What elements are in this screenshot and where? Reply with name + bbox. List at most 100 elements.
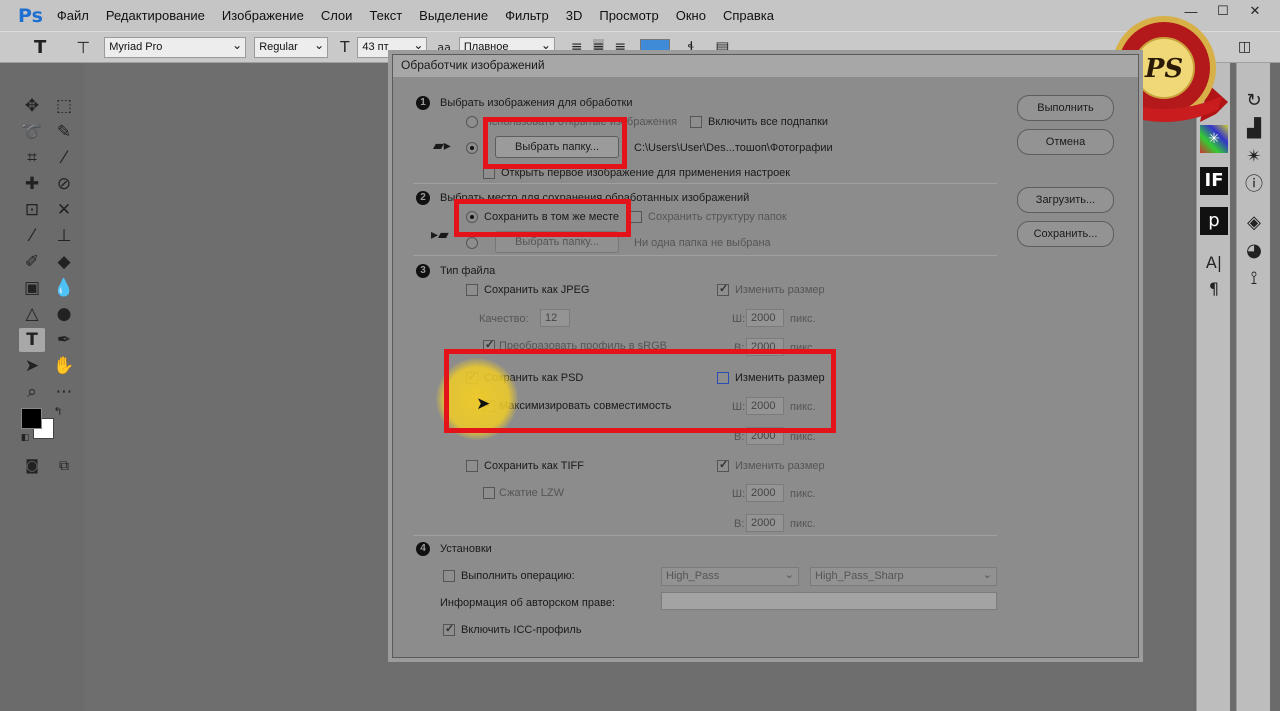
font-family-select[interactable]: Myriad Pro — [104, 36, 247, 58]
run-button[interactable]: Выполнить — [1017, 95, 1114, 121]
orientation-toggle-icon[interactable]: ⊤ — [76, 38, 90, 57]
action-select[interactable]: High_Pass_Sharp — [810, 567, 997, 586]
run-action-label: Выполнить операцию: — [461, 570, 575, 582]
choose-dest-folder-radio[interactable] — [466, 237, 478, 249]
pen-tool-icon[interactable]: ✒ — [51, 328, 77, 352]
history-brush-tool-icon[interactable]: ✐ — [19, 250, 45, 274]
no-folder-selected-label: Ни одна папка не выбрана — [634, 237, 771, 249]
tiff-width-input[interactable]: 2000 — [746, 484, 784, 502]
copyright-input[interactable] — [661, 592, 997, 610]
tiff-height-unit: пикс. — [790, 518, 816, 530]
hand-tool-icon[interactable]: ✋ — [51, 354, 77, 378]
include-icc-checkbox[interactable] — [443, 622, 455, 636]
font-size-icon: T — [340, 38, 350, 56]
levels-panel-icon[interactable]: ▟ — [1240, 115, 1268, 143]
crop-tool-icon[interactable]: ⌗ — [19, 146, 45, 170]
keep-folder-structure-label: Сохранить структуру папок — [648, 211, 787, 223]
workspace-icon[interactable]: ◫ — [1238, 39, 1251, 55]
tiff-height-input[interactable]: 2000 — [746, 514, 784, 532]
quick-mask-icon[interactable]: ◙ — [19, 454, 45, 478]
layers-panel-icon[interactable]: ◈ — [1240, 209, 1268, 237]
highlight-save-same-location — [454, 199, 631, 237]
type-tool-icon-active[interactable]: T — [19, 328, 45, 352]
menu-select[interactable]: Выделение — [419, 8, 488, 23]
align-right-icon[interactable]: ≡ — [614, 39, 626, 55]
jpeg-resize-checkbox[interactable] — [717, 282, 729, 296]
swap-colors-icon[interactable]: ↰ — [51, 400, 65, 424]
character-icon[interactable]: A| — [1200, 249, 1228, 277]
save-jpeg-label: Сохранить как JPEG — [484, 284, 590, 296]
eyedropper-tool-icon[interactable]: ⁄ — [51, 146, 77, 170]
paths-panel-icon[interactable]: ⟟ — [1240, 265, 1268, 293]
lzw-checkbox[interactable] — [483, 487, 495, 499]
section-3-number: 3 — [416, 264, 430, 278]
source-folder-path: C:\Users\User\Des...тошоп\Фотографии — [634, 142, 833, 154]
menu-3d[interactable]: 3D — [566, 8, 583, 23]
menu-view[interactable]: Просмотр — [599, 8, 658, 23]
keep-folder-structure-checkbox[interactable] — [630, 211, 642, 223]
paragraph-icon[interactable]: ¶ — [1200, 275, 1228, 303]
content-move-tool-icon[interactable]: ✕ — [51, 198, 77, 222]
align-center-icon[interactable]: ≡ — [592, 39, 605, 55]
menu-help[interactable]: Справка — [723, 8, 774, 23]
dodge-tool-icon[interactable]: ● — [51, 302, 77, 326]
clone-stamp-tool-icon[interactable]: ⊥ — [51, 224, 77, 248]
run-action-checkbox[interactable] — [443, 570, 455, 582]
path-select-tool-icon[interactable]: ➤ — [19, 354, 45, 378]
type-tool-icon[interactable]: T — [34, 37, 46, 58]
object-select-tool-icon[interactable]: ⊡ — [19, 198, 45, 222]
gradient-tool-icon[interactable]: ▣ — [19, 276, 45, 300]
history-panel-icon[interactable]: ↻ — [1240, 87, 1268, 115]
adjustments-panel-icon[interactable]: ✴ — [1240, 143, 1268, 171]
text-color-swatch[interactable] — [640, 39, 671, 55]
close-button[interactable]: ✕ — [1242, 0, 1268, 22]
healing-brush-tool-icon[interactable]: ✚ — [19, 172, 45, 196]
jpeg-width-input[interactable]: 2000 — [746, 309, 784, 327]
menu-edit[interactable]: Редактирование — [106, 8, 205, 23]
cancel-button[interactable]: Отмена — [1017, 129, 1114, 155]
zoom-tool-icon[interactable]: ⌕ — [19, 380, 45, 404]
save-settings-button[interactable]: Сохранить... — [1017, 221, 1114, 247]
paragraph-style-icon[interactable]: p — [1200, 207, 1228, 235]
menu-type[interactable]: Текст — [369, 8, 402, 23]
screen-mode-icon[interactable]: ⧉ — [51, 454, 77, 478]
section-4-number: 4 — [416, 542, 430, 556]
menu-filter[interactable]: Фильтр — [505, 8, 549, 23]
font-style-select[interactable]: Regular — [254, 36, 329, 58]
load-settings-button[interactable]: Загрузить... — [1017, 187, 1114, 213]
section-2-number: 2 — [416, 191, 430, 205]
marquee-tool-icon[interactable]: ⬚ — [51, 94, 77, 118]
menu-image[interactable]: Изображение — [222, 8, 304, 23]
brush-preset-icon[interactable]: IF — [1200, 167, 1228, 195]
save-tiff-checkbox[interactable] — [466, 460, 478, 472]
info-panel-icon[interactable]: ⓘ — [1240, 171, 1268, 199]
menu-layers[interactable]: Слои — [321, 8, 353, 23]
choose-folder-radio[interactable] — [466, 142, 478, 154]
folder-icon: ▰▸ — [433, 138, 451, 154]
jpeg-quality-input[interactable]: 12 — [540, 309, 570, 327]
jpeg-width-unit: пикс. — [790, 313, 816, 325]
menu-window[interactable]: Окно — [676, 8, 706, 23]
eraser-tool-icon[interactable]: ◆ — [51, 250, 77, 274]
brush-tool-icon[interactable]: ⁄ — [19, 224, 45, 248]
include-subfolders-checkbox[interactable] — [690, 116, 702, 128]
move-tool-icon[interactable]: ✥ — [19, 94, 45, 118]
lasso-tool-icon[interactable]: ➰ — [19, 120, 45, 144]
patch-tool-icon[interactable]: ⊘ — [51, 172, 77, 196]
section-4-heading: Установки — [440, 543, 492, 555]
channels-panel-icon[interactable]: ◕ — [1240, 237, 1268, 265]
blur-tool-icon[interactable]: 💧 — [51, 276, 77, 300]
panel-dock-1: ✳ IF p A| ¶ — [1196, 63, 1230, 711]
use-open-images-radio[interactable] — [466, 116, 478, 128]
lzw-label: Сжатие LZW — [499, 487, 564, 499]
tiff-resize-checkbox[interactable] — [717, 458, 729, 472]
quick-select-tool-icon[interactable]: ✎ — [51, 120, 77, 144]
color-panel-icon[interactable]: ✳ — [1200, 125, 1228, 153]
align-left-icon[interactable]: ≡ — [571, 39, 583, 55]
menu-file[interactable]: Файл — [57, 8, 89, 23]
action-set-select[interactable]: High_Pass — [661, 567, 799, 586]
default-colors-icon[interactable]: ◧ — [19, 426, 31, 450]
section-3-heading: Тип файла — [440, 265, 496, 277]
save-jpeg-checkbox[interactable] — [466, 284, 478, 296]
sharpen-tool-icon[interactable]: △ — [19, 302, 45, 326]
